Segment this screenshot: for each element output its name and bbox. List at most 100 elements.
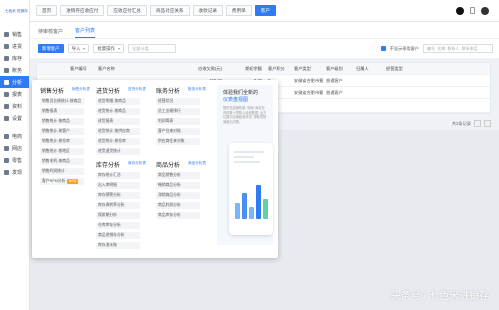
menu-item-stock-5[interactable]: 仓库库存分析 [96, 222, 140, 229]
sidebar-item-label: 库存 [12, 55, 23, 62]
menu-item-purchase-5[interactable]: 进货退货统计 [96, 148, 140, 155]
tab-home[interactable]: 首页 [36, 5, 58, 16]
sidebar-item-sales[interactable]: 销售 [0, 28, 29, 40]
column-header[interactable]: 客户类型 [291, 66, 323, 72]
column-header[interactable]: 归属人 [353, 66, 383, 72]
column-header[interactable]: 客户级别 [323, 66, 353, 72]
menu-item-stock-3[interactable]: 库存周转率分析 [96, 202, 140, 209]
menu-item-product-0[interactable]: 商品销售分析 [156, 172, 200, 179]
search-input[interactable]: 编号, 名称, 联系人, 联系电话 [423, 44, 493, 53]
tab-payment-records[interactable]: 收款记录 [192, 5, 223, 16]
menu-item-stock-6[interactable]: 商品进销存分析 [96, 232, 140, 239]
promo-subtitle: 仪表盘视图 [223, 97, 249, 103]
menu-item-purchase-2[interactable]: 进货报表 [96, 118, 140, 125]
sidebar-item-settings[interactable]: 设置 [0, 112, 29, 124]
product-analysis-link[interactable]: 商品分析表 [188, 161, 206, 166]
tab-customers[interactable]: 客户 [254, 5, 276, 16]
toolbar-right: 不显示停用客户 编号, 名称, 联系人, 联系电话 [380, 44, 499, 53]
sidebar-item-reports[interactable]: 报表 [0, 88, 29, 100]
dashboard-promo[interactable]: 体验我们全新的 仪表盘视图 提供包括销售额, 利润, 库存在内的数十项核心经营数… [217, 85, 273, 245]
menu-item-finance-1[interactable]: 员工业绩排行 [156, 108, 200, 115]
type-cell: 普通客户 [326, 77, 343, 83]
sidebar-item-analysis[interactable]: 分析 [0, 76, 29, 88]
promo-title: 体验我们全新的 [223, 90, 259, 96]
menu-item-product-3[interactable]: 商品利润分析 [156, 202, 200, 209]
prev-page-button[interactable] [474, 120, 481, 127]
sidebar-item-data[interactable]: 资料 [0, 100, 29, 112]
menu-item-stock-0[interactable]: 库存统计汇总 [96, 172, 140, 179]
menu-item-sales-5[interactable]: 销售统计-按地区 [40, 148, 84, 155]
compass-icon [4, 169, 9, 175]
notification-icon[interactable] [470, 7, 475, 14]
type-cell: 普通客户 [326, 89, 343, 95]
menu-item-finance-0[interactable]: 经营状况 [156, 98, 200, 105]
preview-bar [249, 207, 254, 219]
cart-icon [4, 31, 9, 37]
column-header[interactable]: 期初余额 [225, 66, 265, 72]
menu-item-sales-0[interactable]: 销售员业绩统计-按商品 [40, 98, 84, 105]
menu-item-sales-7[interactable]: 销售利润统计 [40, 168, 84, 175]
menu-item-sales-3[interactable]: 销售统计-按客户 [40, 128, 84, 135]
avatar[interactable] [481, 6, 489, 15]
menu-item-stock-1[interactable]: 出入库明细 [96, 182, 140, 189]
menu-item-stock-7[interactable]: 库存流水账 [96, 242, 140, 249]
finance-analysis-link[interactable]: 账务分析表 [188, 87, 206, 92]
column-header[interactable]: 客户编号 [67, 66, 95, 72]
gear-icon [4, 115, 9, 121]
import-select[interactable]: 导入 [67, 44, 90, 53]
column-header[interactable]: 客户积分 [265, 66, 291, 72]
github-icon[interactable] [456, 6, 464, 15]
menu-item-finance-3[interactable]: 客户往来对账 [156, 128, 200, 135]
menu-item-sales-1[interactable]: 销售报表 [40, 108, 84, 115]
menu-item-purchase-3[interactable]: 进货统计-按供应商 [96, 128, 140, 135]
column-header[interactable]: 应收欠款(元) [183, 66, 225, 72]
sidebar-item-stock[interactable]: 库存 [0, 52, 29, 64]
sidebar-item-ecommerce[interactable]: 电商 [0, 130, 29, 142]
tab-receivables-payables[interactable]: 进销存应收应付 [60, 5, 105, 16]
tab-customer-list[interactable]: 客户列表 [75, 27, 96, 38]
batch-action-select[interactable]: 批量操作 [93, 44, 124, 53]
column-header[interactable]: 经营类型 [383, 66, 490, 72]
next-page-button[interactable] [484, 120, 491, 127]
menu-item-sales-4[interactable]: 销售统计-按仓库 [40, 138, 84, 145]
tab-product-mapping[interactable]: 商品对应关系 [149, 5, 190, 16]
menu-item-stock-4[interactable]: 保质期分析 [96, 212, 140, 219]
menu-item-purchase-1[interactable]: 进货统计-按商品 [96, 108, 140, 115]
menu-item-stock-2[interactable]: 库存预警分析 [96, 192, 140, 199]
chevron-down-icon [83, 47, 86, 50]
sidebar-item-retail[interactable]: 零售 [0, 154, 29, 166]
menu-item-sales-2[interactable]: 销售统计-按商品 [40, 118, 84, 125]
preview-bar [256, 185, 261, 219]
tab-pending-customers[interactable]: 待审核客户 [38, 28, 63, 38]
import-select-label: 导入 [71, 46, 81, 51]
show-disabled-checkbox[interactable] [380, 46, 386, 51]
menu-item-sales-8[interactable]: 客户RFM分析 NEW [40, 178, 84, 185]
sidebar-item-discover[interactable]: 发现 [0, 166, 29, 178]
watermark: 头条号 / 七色米进销存 [390, 291, 489, 302]
menu-item-finance-2[interactable]: 利润简表 [156, 118, 200, 125]
menu-item-purchase-0[interactable]: 进货明细-按商品 [96, 98, 140, 105]
column-header[interactable]: 客户名称 [95, 66, 139, 72]
menu-item-product-2[interactable]: 滞销商品分析 [156, 192, 200, 199]
tab-receivables-summary[interactable]: 应收应付汇总 [107, 5, 147, 16]
sidebar-item-online-store[interactable]: 网店 [0, 142, 29, 154]
sidebar-item-label: 销售 [12, 31, 23, 38]
menu-item-purchase-4[interactable]: 进货统计-按仓库 [96, 138, 140, 145]
app-logo[interactable]: 七色米·进销存 [0, 0, 29, 18]
sidebar-item-finance[interactable]: 账务 [0, 64, 29, 76]
table-header-row: 客户编号 客户名称 应收欠款(元) 期初余额 客户积分 客户类型 客户级别 归属… [37, 63, 490, 75]
category-select[interactable]: 全部分类 [127, 44, 176, 53]
purchase-analysis-link[interactable]: 进货分析表 [128, 87, 146, 92]
top-tab-bar: 首页 进销存应收应付 应收应付汇总 商品对应关系 收款记录 费用单 客户 [30, 0, 499, 22]
sidebar-item-purchase[interactable]: 进货 [0, 40, 29, 52]
menu-item-product-1[interactable]: 畅销商品分析 [156, 182, 200, 189]
wallet-icon [4, 67, 9, 73]
stock-analysis-link[interactable]: 库存分析表 [128, 161, 146, 166]
pagination: 共2条记录 [452, 120, 491, 127]
menu-item-finance-4[interactable]: 供应商往来对账 [156, 138, 200, 145]
add-customer-button[interactable]: 新增客户 [38, 44, 64, 53]
menu-item-sales-6[interactable]: 销售毛利-按商品 [40, 158, 84, 165]
tab-expenses[interactable]: 费用单 [225, 5, 252, 16]
menu-item-product-4[interactable]: 商品库存分析 [156, 212, 200, 219]
sales-analysis-link[interactable]: 销售分析表 [72, 87, 90, 92]
